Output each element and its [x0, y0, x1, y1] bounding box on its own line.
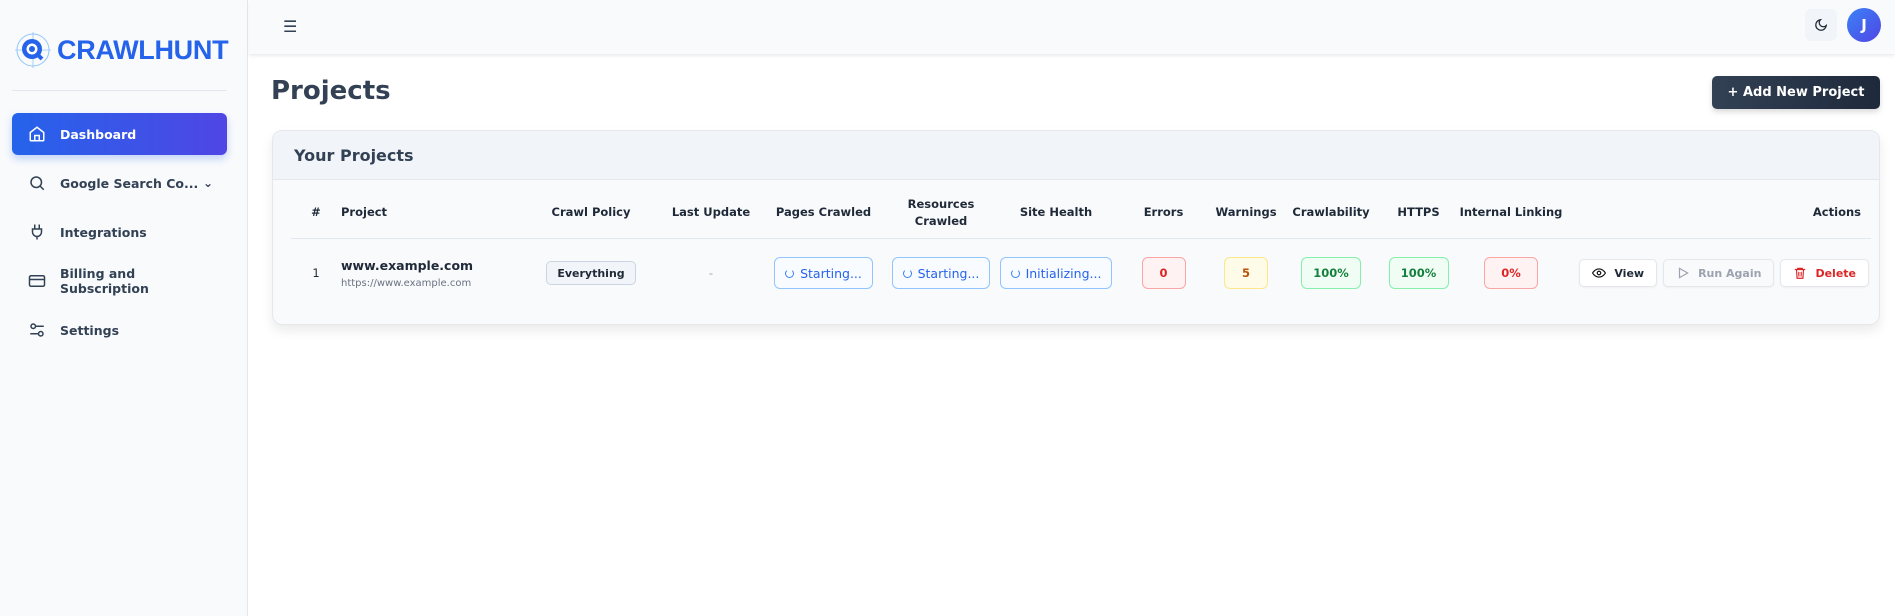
spinner-icon: [1010, 268, 1020, 278]
card-title: Your Projects: [273, 131, 1879, 180]
status-text: Starting...: [800, 265, 862, 281]
crawl-policy-badge: Everything: [546, 261, 636, 286]
view-button[interactable]: View: [1579, 259, 1658, 288]
logo-icon: [15, 32, 51, 68]
sidebar: CRAWLHUNT Dashboard Google Search Co... …: [0, 0, 248, 616]
status-text: Starting...: [917, 265, 980, 281]
sidebar-item-billing[interactable]: Billing and Subscription: [12, 260, 227, 302]
sidebar-item-integrations[interactable]: Integrations: [12, 211, 227, 253]
top-header: ☰: [249, 0, 1895, 54]
chevron-down-icon[interactable]: ⌄: [203, 176, 213, 190]
sidebar-item-settings[interactable]: Settings: [12, 309, 227, 351]
delete-label: Delete: [1815, 266, 1856, 280]
logo[interactable]: CRAWLHUNT: [15, 32, 229, 68]
spinner-icon: [785, 268, 795, 278]
play-icon: [1678, 267, 1689, 279]
col-last-update: Last Update: [661, 188, 761, 239]
warnings-badge: 5: [1224, 257, 1268, 290]
eye-icon: [1592, 268, 1607, 278]
sidebar-item-label: Billing and Subscription: [60, 266, 149, 296]
col-site-health: Site Health: [996, 188, 1116, 239]
project-url: https://www.example.com: [341, 277, 472, 289]
sliders-icon: [30, 323, 44, 337]
site-health-status: Initializing...: [999, 257, 1113, 290]
pages-crawled-status: Starting...: [774, 257, 873, 290]
sidebar-item-label: Google Search Co...: [60, 175, 199, 191]
status-text: Initializing...: [1025, 265, 1102, 281]
errors-badge: 0: [1141, 257, 1186, 290]
col-internal-linking: Internal Linking: [1456, 188, 1566, 239]
resources-crawled-status: Starting...: [891, 257, 991, 290]
menu-icon[interactable]: ☰: [283, 17, 297, 36]
https-badge: 100%: [1388, 257, 1449, 290]
col-pages-crawled: Pages Crawled: [761, 188, 886, 239]
trash-icon: [1795, 268, 1806, 280]
sidebar-item-dashboard[interactable]: Dashboard: [12, 113, 227, 155]
col-resources-crawled: Resources Crawled: [886, 188, 996, 239]
credit-card-icon: [28, 275, 46, 287]
run-again-label: Run Again: [1698, 266, 1762, 280]
col-errors: Errors: [1116, 188, 1211, 239]
last-update: -: [708, 266, 714, 281]
divider: [12, 90, 227, 91]
add-new-project-button[interactable]: + Add New Project: [1712, 76, 1880, 109]
delete-button[interactable]: Delete: [1780, 259, 1869, 288]
project-name[interactable]: www.example.com: [341, 258, 521, 273]
table-row: 1 www.example.com https://www.example.co…: [291, 238, 1871, 308]
search-icon: [30, 176, 45, 191]
sidebar-item-label: Integrations: [60, 224, 147, 240]
avatar[interactable]: J: [1847, 8, 1881, 42]
plug-icon: [31, 224, 43, 240]
moon-icon: [1815, 18, 1828, 31]
col-project: Project: [341, 188, 521, 239]
home-icon: [29, 126, 45, 142]
col-https: HTTPS: [1381, 188, 1456, 239]
sidebar-item-label: Settings: [60, 322, 120, 338]
table-header-row: # Project Crawl Policy Last Update Pages…: [291, 188, 1871, 239]
col-crawl-policy: Crawl Policy: [521, 188, 661, 239]
col-crawlability: Crawlability: [1281, 188, 1381, 239]
row-index: 1: [312, 266, 320, 281]
projects-table: # Project Crawl Policy Last Update Pages…: [291, 188, 1871, 308]
view-label: View: [1614, 266, 1645, 280]
spinner-icon: [902, 268, 912, 278]
col-warnings: Warnings: [1211, 188, 1281, 239]
theme-toggle-button[interactable]: [1805, 9, 1837, 41]
page-title: Projects: [271, 76, 391, 106]
crawlability-badge: 100%: [1301, 257, 1361, 290]
run-again-button[interactable]: Run Again: [1663, 259, 1775, 288]
sidebar-item-google-search-console[interactable]: Google Search Co... ⌄: [12, 162, 227, 204]
sidebar-item-label: Dashboard: [60, 126, 137, 142]
col-index: #: [291, 188, 341, 239]
projects-card: Your Projects # Project Crawl Policy Las…: [272, 130, 1880, 325]
brand-name: CRAWLHUNT: [57, 34, 229, 65]
internal-linking-badge: 0%: [1484, 257, 1538, 290]
col-actions: Actions: [1566, 188, 1871, 239]
